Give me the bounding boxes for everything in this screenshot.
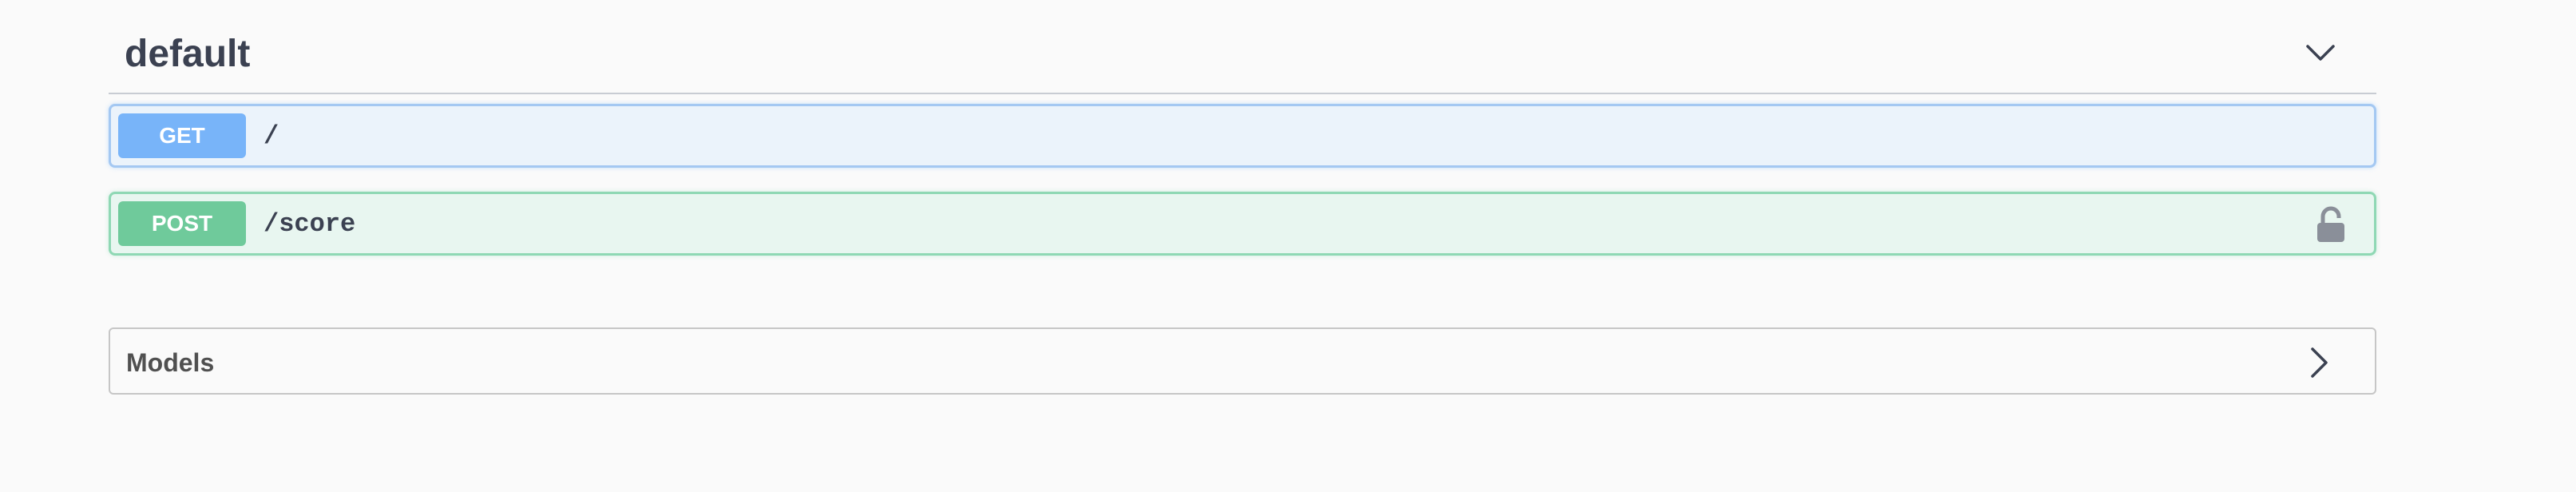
models-title: Models (126, 348, 215, 377)
models-toggle-button[interactable] (2301, 343, 2336, 382)
operation-path: / (264, 121, 279, 151)
models-section[interactable]: Models (109, 327, 2376, 395)
tag-header[interactable]: default (109, 0, 2376, 94)
tag-title[interactable]: default (125, 32, 250, 77)
lock-icon[interactable] (2315, 205, 2347, 244)
method-badge-get: GET (118, 113, 246, 158)
operation-post-score[interactable]: POST /score (109, 192, 2376, 256)
api-section: default GET / POST /score Models (109, 0, 2376, 395)
tag-toggle-button[interactable] (2303, 35, 2338, 70)
method-badge-post: POST (118, 201, 246, 246)
chevron-down-icon (2306, 45, 2335, 61)
operation-get-root[interactable]: GET / (109, 104, 2376, 168)
operation-path: /score (264, 208, 356, 239)
chevron-right-icon (2311, 347, 2328, 378)
